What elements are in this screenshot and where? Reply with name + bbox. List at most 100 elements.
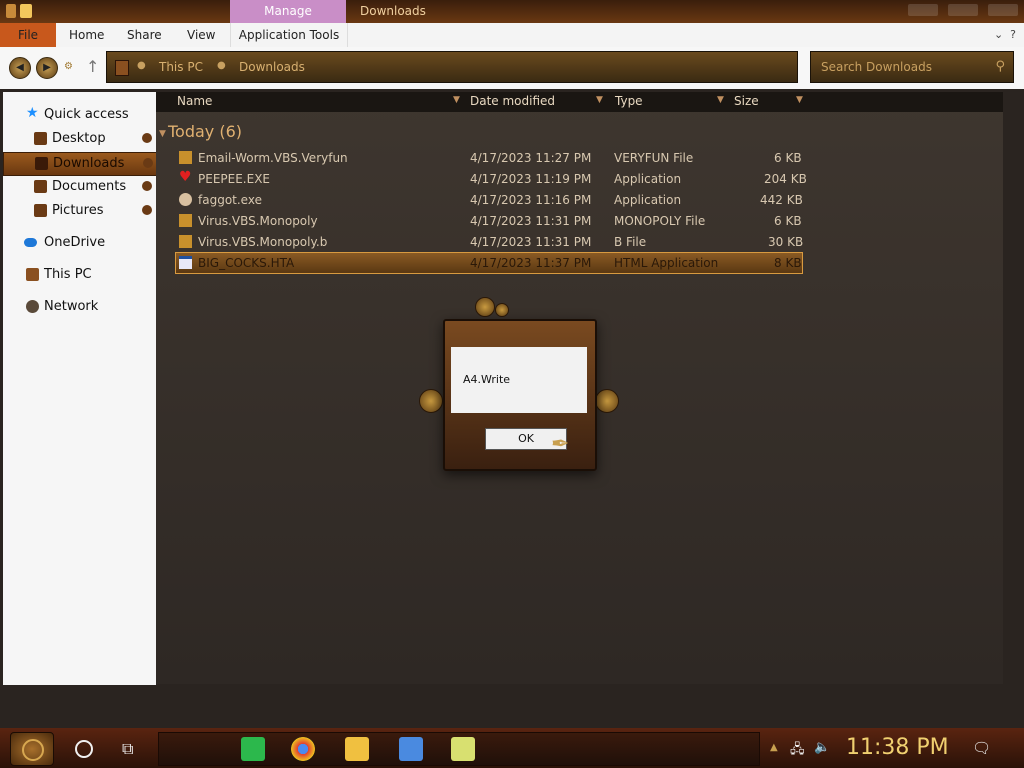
window-title: Downloads <box>360 4 426 18</box>
file-name: Email-Worm.VBS.Veryfun <box>198 151 348 165</box>
start-icon <box>22 739 44 761</box>
message-text: A4.Write <box>463 373 511 386</box>
nav-label: Desktop <box>52 131 106 146</box>
tab-share[interactable]: Share <box>127 23 162 47</box>
file-date: 4/17/2023 11:27 PM <box>470 151 592 165</box>
search-icon[interactable]: ⚲ <box>995 59 1005 74</box>
tab-home[interactable]: Home <box>69 23 104 47</box>
nav-item-onedrive[interactable]: OneDrive <box>3 232 156 254</box>
breadcrumb-this-pc[interactable]: This PC <box>159 60 203 74</box>
cloud-icon <box>24 238 37 247</box>
gear-icon <box>419 389 443 413</box>
gear-icon <box>475 297 495 317</box>
nav-label: Pictures <box>52 203 104 218</box>
this-pc-icon <box>115 60 129 76</box>
nav-item-network[interactable]: Network <box>3 296 156 318</box>
breadcrumb-separator[interactable]: ● <box>217 60 226 71</box>
taskbar: ⧉ ▲ 🖧 🔈 11:38 PM 🗨 <box>0 728 1024 768</box>
heart-app-icon: ♥ <box>179 169 192 185</box>
task-view-icon[interactable]: ⧉ <box>122 739 133 759</box>
app-icon <box>179 193 192 206</box>
search-box[interactable]: Search Downloads ⚲ <box>810 51 1014 83</box>
back-button[interactable]: ◀ <box>9 57 31 79</box>
notepad-icon[interactable] <box>451 737 475 761</box>
file-date: 4/17/2023 11:31 PM <box>470 235 592 249</box>
status-bar-ghost <box>0 708 1024 728</box>
file-row[interactable]: Virus.VBS.Monopoly.b 4/17/2023 11:31 PM … <box>176 232 804 252</box>
file-size: 442 KB <box>760 193 803 207</box>
recent-locations-icon[interactable]: ⚙ <box>64 61 76 73</box>
properties-icon[interactable] <box>6 4 16 18</box>
file-date: 4/17/2023 11:19 PM <box>470 172 592 186</box>
nav-item-downloads[interactable]: Downloads <box>3 152 158 176</box>
computer-icon <box>26 268 39 281</box>
column-type[interactable]: Type <box>615 94 643 108</box>
quick-access-toolbar[interactable] <box>6 4 62 18</box>
help-icon[interactable]: ? <box>1010 28 1016 41</box>
collapse-group-icon[interactable]: ▼ <box>159 129 166 139</box>
file-name: BIG_COCKS.HTA <box>198 256 295 270</box>
forward-button[interactable]: ▶ <box>36 57 58 79</box>
network-icon <box>26 300 39 313</box>
hta-icon <box>179 256 192 269</box>
file-row[interactable]: faggot.exe 4/17/2023 11:16 PM Applicatio… <box>176 190 803 210</box>
notes-app-icon[interactable] <box>241 737 265 761</box>
chevron-down-icon[interactable]: ▼ <box>453 95 460 105</box>
taskbar-clock[interactable]: 11:38 PM <box>846 735 949 760</box>
column-name[interactable]: Name <box>177 94 212 108</box>
close-button[interactable] <box>988 4 1018 16</box>
nav-item-this-pc[interactable]: This PC <box>3 264 156 286</box>
maximize-button[interactable] <box>948 4 978 16</box>
up-arrow-icon[interactable]: ↑ <box>86 57 99 76</box>
address-row: ◀ ▶ ⚙ ↑ ● This PC ● Downloads Search Dow… <box>0 47 1024 89</box>
nav-label: OneDrive <box>44 235 106 250</box>
file-type: VERYFUN File <box>614 151 694 165</box>
notification-icon[interactable]: 🗨 <box>972 739 991 757</box>
minimize-button[interactable] <box>908 4 938 16</box>
file-row[interactable]: ♥ PEEPEE.EXE 4/17/2023 11:19 PM Applicat… <box>176 169 807 189</box>
file-row[interactable]: Virus.VBS.Monopoly 4/17/2023 11:31 PM MO… <box>176 211 802 231</box>
file-explorer-icon[interactable] <box>345 737 369 761</box>
group-header-today[interactable]: Today (6) <box>168 122 242 141</box>
new-folder-icon[interactable] <box>20 4 32 18</box>
expand-ribbon-icon[interactable]: ⌄ <box>994 28 1003 41</box>
start-button[interactable] <box>10 732 54 766</box>
nav-item-desktop[interactable]: Desktop <box>3 128 156 150</box>
file-type: B File <box>614 235 647 249</box>
quill-cursor-icon: ✒ <box>551 432 570 457</box>
chevron-down-icon[interactable]: ▼ <box>596 95 603 105</box>
chrome-icon[interactable] <box>291 737 315 761</box>
file-type: MONOPOLY File <box>614 214 706 228</box>
file-size: 30 KB <box>768 235 804 249</box>
window-controls <box>898 4 1018 19</box>
nav-item-documents[interactable]: Documents <box>3 176 156 198</box>
breadcrumb-separator[interactable]: ● <box>137 60 146 71</box>
volume-muted-icon[interactable]: 🔈 <box>814 740 830 755</box>
nav-label: This PC <box>44 267 92 282</box>
cortana-icon[interactable] <box>75 740 93 758</box>
file-date: 4/17/2023 11:37 PM <box>470 256 592 270</box>
file-row[interactable]: Email-Worm.VBS.Veryfun 4/17/2023 11:27 P… <box>176 148 802 168</box>
nav-item-quick-access[interactable]: ★ Quick access <box>3 104 156 126</box>
nav-label: Downloads <box>53 156 125 171</box>
breadcrumb-downloads[interactable]: Downloads <box>239 60 305 74</box>
column-date-modified[interactable]: Date modified <box>470 94 555 108</box>
chevron-down-icon[interactable]: ▼ <box>717 95 724 105</box>
tab-view[interactable]: View <box>187 23 215 47</box>
nav-item-pictures[interactable]: Pictures <box>3 200 156 222</box>
chevron-down-icon[interactable]: ▼ <box>796 95 803 105</box>
cubes-app-icon[interactable] <box>399 737 423 761</box>
tab-application-tools[interactable]: Application Tools <box>230 23 348 47</box>
address-bar[interactable]: ● This PC ● Downloads <box>106 51 798 83</box>
column-size[interactable]: Size <box>734 94 759 108</box>
file-row-selected[interactable]: BIG_COCKS.HTA 4/17/2023 11:37 PM HTML Ap… <box>175 252 803 274</box>
file-size: 6 KB <box>774 214 802 228</box>
tab-file[interactable]: File <box>0 23 56 47</box>
gear-icon <box>495 303 509 317</box>
network-status-icon[interactable]: 🖧 <box>790 740 805 762</box>
file-size: 6 KB <box>774 151 802 165</box>
show-hidden-icons-icon[interactable]: ▲ <box>770 742 778 753</box>
message-box-dialog: A4.Write OK ✒ <box>417 297 619 471</box>
tab-manage[interactable]: Manage <box>230 0 346 23</box>
pin-icon <box>143 158 153 168</box>
